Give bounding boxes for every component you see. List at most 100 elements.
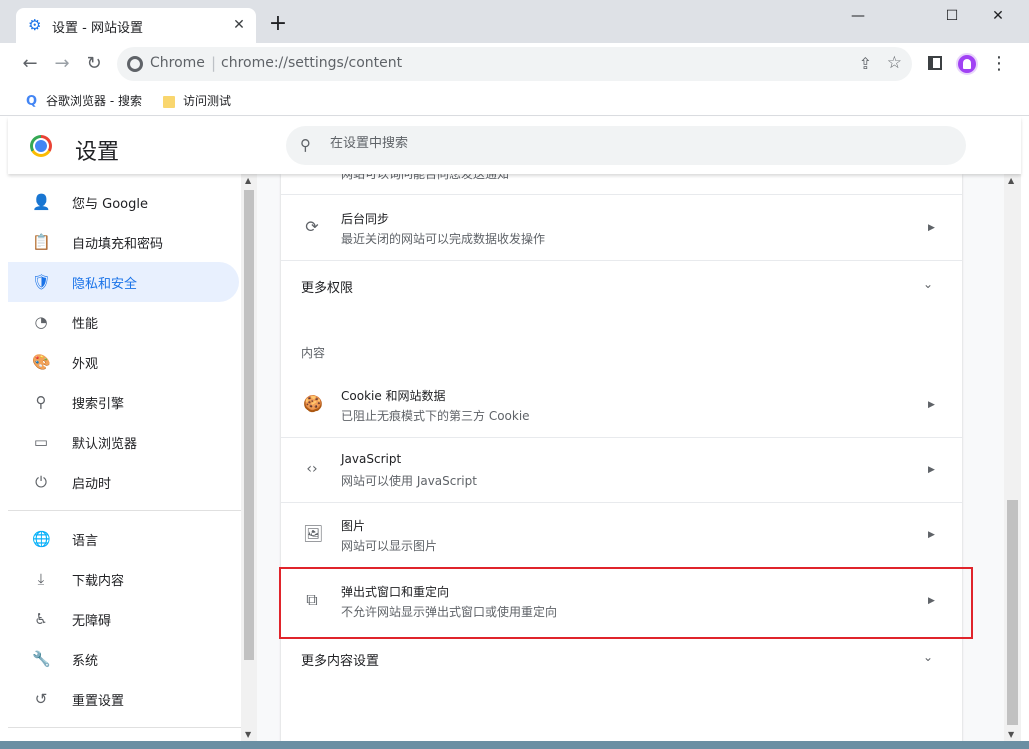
popups-redirects-row[interactable]: ⧉ 弹出式窗口和重定向 不允许网站显示弹出式窗口或使用重定向 ▶	[281, 568, 962, 633]
palette-icon: 🎨	[32, 353, 51, 371]
sidebar-item-default-browser[interactable]: ▭ 默认浏览器	[8, 422, 239, 462]
code-icon: ‹›	[306, 461, 318, 477]
sidebar-item-label: 自动填充和密码	[72, 237, 164, 252]
bookmark-google-search[interactable]: Q 谷歌浏览器 - 搜索	[26, 91, 142, 111]
sidebar-item-label: 下载内容	[72, 574, 125, 589]
row-subtitle: 网站可以使用 JavaScript	[341, 474, 477, 488]
sidebar-item-you-and-google[interactable]: 👤 您与 Google	[8, 182, 239, 222]
more-permissions-toggle[interactable]: 更多权限 ⌄	[281, 261, 962, 309]
background-sync-row[interactable]: ⟳ 后台同步 最近关闭的网站可以完成数据收发操作 ▶	[281, 195, 962, 260]
browser-icon: ▭	[33, 433, 49, 451]
chevron-down-icon: ⌄	[923, 650, 934, 664]
sidebar-divider	[8, 510, 241, 511]
side-panel-icon[interactable]	[928, 56, 942, 70]
download-icon: ⤓	[37, 570, 45, 588]
sync-icon: ⟳	[305, 217, 319, 236]
history-icon: ↺	[34, 690, 48, 708]
desktop-background	[0, 741, 1029, 749]
sidebar-item-label: 搜索引擎	[72, 397, 125, 412]
section-heading: 内容	[301, 346, 326, 360]
sidebar-scrollbar[interactable]: ▲ ▼	[241, 174, 257, 741]
row-subtitle: 不允许网站显示弹出式窗口或使用重定向	[341, 605, 558, 619]
sidebar-item-languages[interactable]: 🌐 语言	[8, 519, 239, 559]
row-title: Cookie 和网站数据	[341, 389, 446, 403]
sidebar-item-appearance[interactable]: 🎨 外观	[8, 342, 239, 382]
address-bar[interactable]: Chrome | chrome://settings/content ⇪ ☆	[117, 47, 912, 81]
chevron-right-icon: ▶	[928, 530, 935, 540]
bookmark-folder-test[interactable]: 访问测试	[163, 91, 231, 111]
new-tab-button[interactable]: +	[266, 12, 290, 36]
row-subtitle: 已阻止无痕模式下的第三方 Cookie	[341, 409, 530, 423]
sidebar-item-autofill[interactable]: 📋 自动填充和密码	[8, 222, 239, 262]
url-text[interactable]: chrome://settings/content	[221, 55, 402, 71]
share-icon[interactable]: ⇪	[859, 54, 872, 73]
settings-card: 网站可以询问能否向您发送通知 ⟳ 后台同步 最近关闭的网站可以完成数据收发操作 …	[281, 174, 962, 741]
javascript-row[interactable]: ‹› JavaScript 网站可以使用 JavaScript ▶	[281, 438, 962, 502]
sidebar-item-label: 无障碍	[72, 614, 112, 629]
main-scrollbar[interactable]: ▲ ▼	[1004, 174, 1021, 741]
sidebar-item-label: 默认浏览器	[72, 437, 138, 452]
tab-close-button[interactable]: ✕	[230, 16, 248, 34]
images-row[interactable]: 🖼 图片 网站可以显示图片 ▶	[281, 503, 962, 567]
row-title: 更多内容设置	[301, 654, 380, 669]
profile-avatar[interactable]	[956, 53, 978, 75]
sidebar-item-privacy[interactable]: 🛡 隐私和安全	[8, 262, 239, 302]
sidebar-item-search-engine[interactable]: ⚲ 搜索引擎	[8, 382, 239, 422]
accessibility-icon: ♿	[34, 610, 48, 628]
url-scheme-label: Chrome	[150, 55, 205, 71]
settings-sidebar: 👤 您与 Google 📋 自动填充和密码 🛡 隐私和安全 ◔ 性能 🎨 外观 …	[8, 174, 257, 741]
row-title: 后台同步	[341, 212, 390, 226]
chevron-right-icon: ▶	[928, 400, 935, 410]
open-external-icon: ⧉	[306, 590, 318, 609]
scroll-down-icon[interactable]: ▼	[1008, 730, 1014, 739]
speedometer-icon: ◔	[34, 313, 48, 331]
clipboard-icon: 📋	[32, 233, 51, 251]
sidebar-item-performance[interactable]: ◔ 性能	[8, 302, 239, 342]
scroll-down-icon[interactable]: ▼	[245, 730, 251, 739]
sidebar-item-label: 您与 Google	[72, 197, 148, 212]
tab-settings[interactable]: ⚙ 设置 - 网站设置 ✕	[16, 8, 256, 43]
image-icon: 🖼	[303, 524, 324, 543]
notifications-row-partial[interactable]: 网站可以询问能否向您发送通知	[281, 174, 962, 186]
gear-icon: ⚙	[28, 16, 42, 34]
row-subtitle: 网站可以询问能否向您发送通知	[341, 174, 510, 181]
search-input[interactable]	[330, 136, 930, 151]
globe-icon: 🌐	[32, 530, 51, 548]
sidebar-item-label: 隐私和安全	[72, 277, 138, 292]
page-title: 设置	[75, 140, 120, 165]
wrench-icon: 🔧	[32, 650, 51, 668]
scroll-up-icon[interactable]: ▲	[1008, 176, 1014, 185]
scrollbar-thumb[interactable]	[244, 190, 254, 660]
close-window-button[interactable]: ✕	[975, 4, 1021, 28]
bookmarks-bar: Q 谷歌浏览器 - 搜索 访问测试	[0, 85, 1029, 116]
main-content: 网站可以询问能否向您发送通知 ⟳ 后台同步 最近关闭的网站可以完成数据收发操作 …	[257, 174, 1004, 741]
power-icon: ⏻	[35, 473, 47, 491]
sidebar-item-reset[interactable]: ↺ 重置设置	[8, 679, 239, 719]
sidebar-item-accessibility[interactable]: ♿ 无障碍	[8, 599, 239, 639]
more-content-settings-toggle[interactable]: 更多内容设置 ⌄	[281, 634, 962, 682]
shield-icon: 🛡	[32, 273, 52, 291]
sidebar-divider	[8, 727, 241, 728]
bookmark-star-icon[interactable]: ☆	[887, 53, 902, 73]
row-title: JavaScript	[341, 452, 402, 466]
scroll-up-icon[interactable]: ▲	[245, 176, 251, 185]
search-icon: ⚲	[35, 393, 47, 411]
maximize-button[interactable]: ☐	[929, 4, 975, 28]
back-button[interactable]: ←	[17, 51, 43, 77]
settings-search[interactable]: ⚲	[286, 126, 966, 165]
sidebar-item-label: 启动时	[72, 477, 112, 492]
sidebar-item-label: 性能	[72, 317, 99, 332]
sidebar-item-on-startup[interactable]: ⏻ 启动时	[8, 462, 239, 502]
scrollbar-thumb[interactable]	[1007, 500, 1018, 725]
cookies-row[interactable]: 🍪 Cookie 和网站数据 已阻止无痕模式下的第三方 Cookie ▶	[281, 372, 962, 437]
sidebar-item-system[interactable]: 🔧 系统	[8, 639, 239, 679]
forward-button[interactable]: →	[49, 51, 75, 77]
row-title: 图片	[341, 519, 366, 533]
reload-button[interactable]: ↻	[81, 51, 107, 77]
toolbar: ← → ↻ Chrome | chrome://settings/content…	[0, 43, 1029, 85]
google-icon: Q	[26, 93, 38, 109]
minimize-button[interactable]: —	[835, 4, 881, 28]
menu-icon[interactable]: ⋮	[990, 52, 1008, 76]
row-subtitle: 网站可以显示图片	[341, 539, 438, 553]
sidebar-item-downloads[interactable]: ⤓ 下载内容	[8, 559, 239, 599]
